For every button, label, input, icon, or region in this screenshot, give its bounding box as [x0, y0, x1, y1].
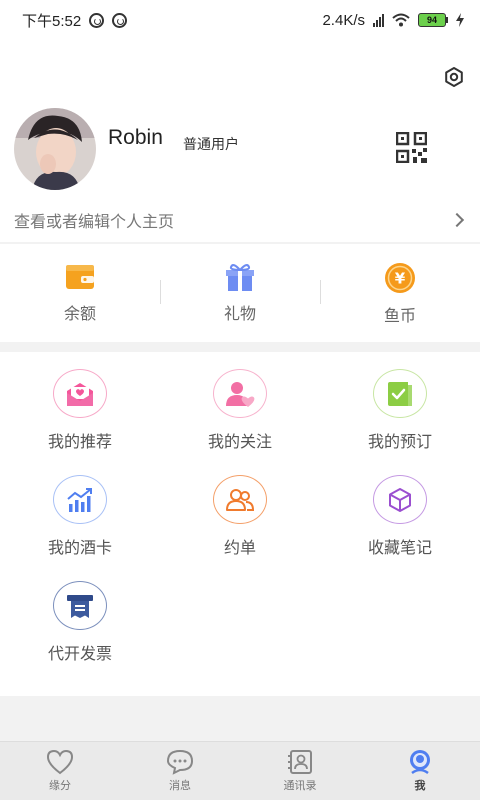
chat-icon: [166, 749, 194, 775]
signal-icon: [373, 13, 384, 27]
tab-me[interactable]: 我: [360, 742, 480, 800]
wallet-item-gift[interactable]: 礼物: [160, 244, 320, 342]
tab-label: 通讯录: [283, 780, 317, 792]
charging-icon: [456, 13, 464, 27]
menu-label: 约单: [223, 540, 256, 557]
ring: [373, 369, 427, 418]
menu-item-follow[interactable]: 我的关注: [160, 352, 320, 452]
menu-label: 我的关注: [207, 434, 272, 451]
heart-icon: [46, 749, 74, 775]
status-time: 下午5:52: [22, 12, 82, 30]
wallet-label: 礼物: [223, 306, 256, 323]
wallet-row: 余额 礼物 ¥ 鱼币: [0, 244, 480, 342]
tab-contacts[interactable]: 通讯录: [240, 742, 360, 800]
battery-level: 94: [418, 13, 446, 27]
status-left: 下午5:52: [22, 10, 128, 31]
edit-profile-row[interactable]: 查看或者编辑个人主页: [0, 200, 480, 240]
menu-item-wine-card[interactable]: 我的酒卡: [0, 458, 160, 558]
menu-item-booking[interactable]: 我的预订: [320, 352, 480, 452]
ring: [53, 581, 107, 630]
profile-icon: [410, 750, 430, 775]
wallet-icon: [66, 265, 94, 289]
menu-label: 代开发票: [47, 646, 112, 663]
tab-label: 我: [414, 780, 426, 792]
menu-item-group-order[interactable]: 约单: [160, 458, 320, 558]
profile-card: Robin 普通用户 查看或者编辑个人主页: [0, 40, 480, 242]
app-notification-icon: [112, 12, 128, 28]
group-order-icon: [226, 488, 255, 511]
wine-card-chart-icon: [67, 487, 92, 512]
menu-item-recommend[interactable]: 我的推荐: [0, 352, 160, 452]
status-bar: 下午5:52 2.4K/s 94: [0, 0, 480, 40]
ring: [53, 369, 107, 418]
invoice-icon: [67, 594, 93, 618]
favorites-cube-icon: [389, 487, 411, 512]
coin-icon: ¥: [385, 263, 415, 293]
follow-user-icon: [226, 381, 255, 407]
ring: [213, 369, 267, 418]
bottom-tab-bar: 缘分 消息 通讯录 我: [0, 741, 480, 800]
wallet-item-coin[interactable]: ¥ 鱼币: [320, 244, 480, 342]
wallet-label: 鱼币: [383, 308, 416, 325]
ring: [53, 475, 107, 524]
feature-grid: 我的推荐 我的关注 我的预订 我的酒卡 约单 收藏笔记 代开发票: [0, 352, 480, 696]
menu-label: 收藏笔记: [367, 540, 432, 557]
chevron-right-icon: [449, 212, 465, 228]
wallet-label: 余额: [63, 306, 96, 323]
menu-label: 我的推荐: [47, 434, 112, 451]
settings-icon[interactable]: [443, 66, 465, 88]
user-name: Robin: [108, 126, 163, 149]
menu-label: 我的预订: [367, 434, 432, 451]
wallet-item-balance[interactable]: 余额: [0, 244, 160, 342]
status-right: 2.4K/s 94: [322, 12, 464, 29]
tab-label: 缘分: [49, 780, 71, 792]
ring: [373, 475, 427, 524]
menu-label: 我的酒卡: [47, 540, 112, 557]
qr-code-icon[interactable]: [396, 132, 427, 163]
recommend-mail-icon: [67, 382, 93, 406]
wifi-icon: [392, 13, 410, 27]
user-type-badge: 普通用户: [183, 136, 239, 152]
menu-item-favorites[interactable]: 收藏笔记: [320, 458, 480, 558]
tab-fate[interactable]: 缘分: [0, 742, 120, 800]
tab-label: 消息: [169, 780, 191, 792]
booking-check-icon: [388, 381, 412, 406]
avatar[interactable]: [14, 108, 96, 190]
battery-icon: 94: [418, 13, 448, 27]
app-notification-icon: [89, 12, 105, 28]
svg-text:¥: ¥: [395, 270, 406, 288]
menu-item-invoice[interactable]: 代开发票: [0, 564, 160, 664]
tab-messages[interactable]: 消息: [120, 742, 240, 800]
edit-profile-label: 查看或者编辑个人主页: [14, 214, 175, 231]
contacts-icon: [288, 750, 312, 774]
network-speed: 2.4K/s: [322, 11, 365, 29]
ring: [213, 475, 267, 524]
gift-icon: [226, 264, 254, 291]
